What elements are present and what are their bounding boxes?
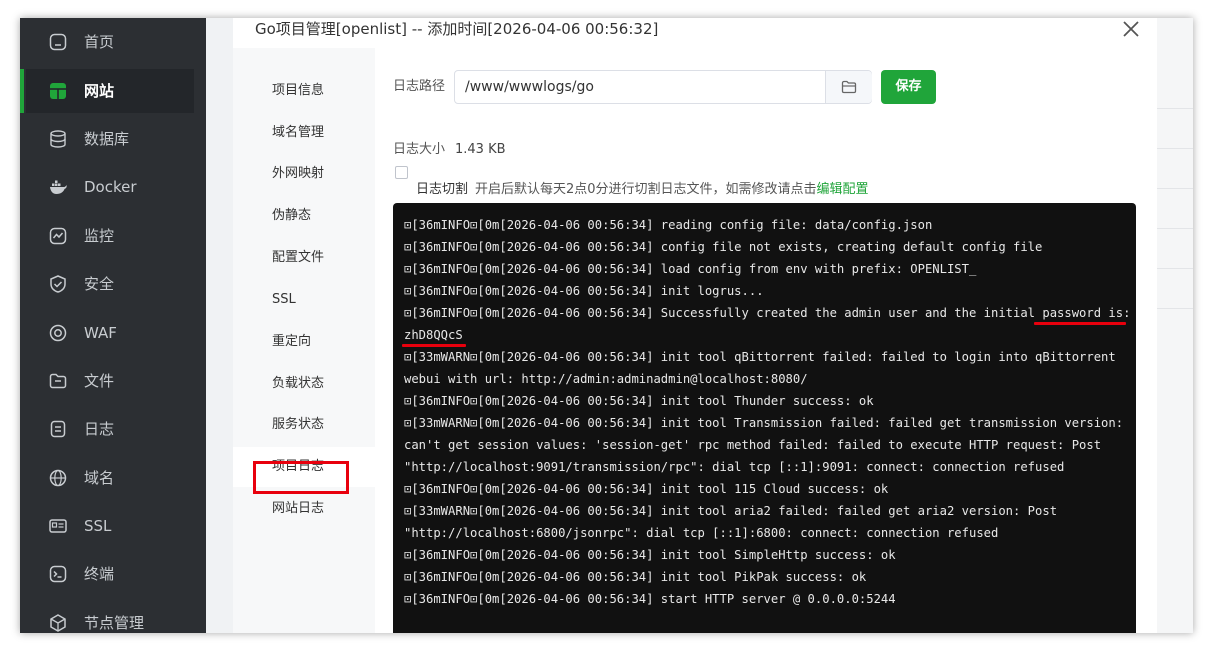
- sidebar-item-terminal[interactable]: 终端: [26, 552, 194, 596]
- sidebar-item-docker[interactable]: Docker: [26, 165, 194, 209]
- log-cut-checkbox[interactable]: [395, 166, 408, 179]
- log-line: ⊡[36mINFO⊡[0m[2026-04-06 00:56:34] load …: [404, 262, 977, 276]
- edit-config-link[interactable]: 编辑配置: [817, 182, 869, 197]
- close-icon[interactable]: [1119, 18, 1143, 40]
- log-size-label: 日志大小: [393, 142, 446, 157]
- tab-service-status[interactable]: 服务状态: [233, 405, 375, 445]
- log-line: ⊡[36mINFO⊡[0m[2026-04-06 00:56:34] init …: [404, 394, 874, 408]
- sidebar-item-label: 首页: [84, 33, 115, 51]
- sidebar: 首页 网站 数据库 Docker 监控 安全 WAF 文件 日志 域名 SSL …: [20, 18, 206, 633]
- sidebar-item-database[interactable]: 数据库: [26, 117, 194, 161]
- cube-node-icon: [50, 614, 66, 632]
- folder-icon: [49, 373, 67, 389]
- log-line: ⊡[33mWARN⊡[0m[2026-04-06 00:56:34] init …: [404, 350, 1116, 364]
- log-console[interactable]: ⊡[36mINFO⊡[0m[2026-04-06 00:56:34] readi…: [393, 203, 1136, 633]
- divider: [1157, 308, 1193, 309]
- app-window: 首页 网站 数据库 Docker 监控 安全 WAF 文件 日志 域名 SSL …: [20, 18, 1193, 633]
- tab-external-mapping[interactable]: 外网映射: [233, 154, 375, 194]
- docker-whale-icon: [50, 180, 67, 194]
- folder-icon: [841, 80, 857, 94]
- sidebar-item-label: Docker: [84, 178, 137, 196]
- tab-domain-management[interactable]: 域名管理: [233, 113, 375, 153]
- divider: [1157, 268, 1193, 269]
- folder-picker-button[interactable]: [825, 71, 872, 103]
- sidebar-item-website[interactable]: 网站: [20, 69, 194, 113]
- sidebar-item-label: 监控: [84, 227, 115, 245]
- save-button[interactable]: 保存: [881, 70, 936, 104]
- sidebar-item-label: WAF: [84, 324, 117, 342]
- sidebar-item-security[interactable]: 安全: [26, 262, 194, 306]
- log-line: webui with url: http://admin:adminadmin@…: [404, 372, 808, 386]
- tab-site-log[interactable]: 网站日志: [233, 489, 375, 529]
- sidebar-item-label: 安全: [84, 275, 115, 293]
- log-line: ⊡[36mINFO⊡[0m[2026-04-06 00:56:34] init …: [404, 570, 867, 584]
- sidebar-item-monitor[interactable]: 监控: [26, 214, 194, 258]
- log-line: ⊡[36mINFO⊡[0m[2026-04-06 00:56:34] confi…: [404, 240, 1043, 254]
- sidebar-item-files[interactable]: 文件: [26, 359, 194, 403]
- log-line: ⊡[36mINFO⊡[0m[2026-04-06 00:56:34] init …: [404, 284, 764, 298]
- log-path-label: 日志路径: [393, 79, 446, 94]
- divider: [1157, 108, 1193, 109]
- sidebar-item-logs[interactable]: 日志: [26, 407, 194, 451]
- log-line: "http://localhost:9091/transmission/rpc"…: [404, 460, 1065, 474]
- log-cut-label: 日志切割: [416, 182, 469, 197]
- log-line-password: zhD8QQcS: [404, 328, 463, 342]
- sidebar-item-label: 终端: [84, 565, 115, 583]
- home-icon: [49, 33, 67, 51]
- tab-project-info[interactable]: 项目信息: [233, 71, 375, 111]
- password-underline: [1034, 322, 1126, 325]
- www-globe-icon: [49, 469, 67, 487]
- log-line: ⊡[36mINFO⊡[0m[2026-04-06 00:56:34] init …: [404, 548, 896, 562]
- tab-config-file[interactable]: 配置文件: [233, 238, 375, 278]
- ssl-card-icon: [49, 519, 67, 533]
- log-cut-description: 开启后默认每天2点0分进行切割日志文件，如需修改请点击编辑配置: [475, 181, 869, 199]
- shield-check-icon: [50, 275, 66, 293]
- log-line: ⊡[36mINFO⊡[0m[2026-04-06 00:56:34] init …: [404, 482, 889, 496]
- sidebar-item-label: 域名: [84, 469, 115, 487]
- tab-rewrite[interactable]: 伪静态: [233, 196, 375, 236]
- sidebar-item-label: SSL: [84, 517, 112, 535]
- highlight-box: [253, 461, 349, 494]
- sidebar-item-label: 文件: [84, 372, 115, 390]
- log-size-value: 1.43 KB: [455, 142, 506, 157]
- log-line: ⊡[36mINFO⊡[0m[2026-04-06 00:56:34] start…: [404, 592, 896, 606]
- sidebar-item-nodes[interactable]: 节点管理: [26, 601, 194, 633]
- divider: [1157, 188, 1193, 189]
- log-panel: 日志路径 保存 日志大小 1.43 KB 日志切割 开启后默认每天2点0分进行切…: [375, 48, 1157, 633]
- tab-redirect[interactable]: 重定向: [233, 322, 375, 362]
- log-cut-description-text: 开启后默认每天2点0分进行切割日志文件，如需修改请点击: [475, 182, 817, 197]
- sidebar-item-label: 网站: [84, 82, 115, 100]
- divider: [1157, 228, 1193, 229]
- sidebar-item-home[interactable]: 首页: [26, 20, 194, 64]
- log-line: ⊡[36mINFO⊡[0m[2026-04-06 00:56:34] Succe…: [404, 306, 1131, 320]
- divider: [1157, 148, 1193, 149]
- monitor-chart-icon: [49, 227, 67, 245]
- log-line: can't get session values: 'session-get' …: [404, 438, 1102, 452]
- sidebar-item-domains[interactable]: 域名: [26, 456, 194, 500]
- tab-load-status[interactable]: 负载状态: [233, 364, 375, 404]
- globe-grid-icon: [50, 83, 66, 99]
- sidebar-item-label: 日志: [84, 420, 115, 438]
- sidebar-item-waf[interactable]: WAF: [26, 311, 194, 355]
- waf-globe-icon: [49, 324, 67, 342]
- terminal-icon: [49, 565, 67, 583]
- log-path-input[interactable]: [455, 71, 825, 103]
- log-file-icon: [50, 420, 66, 438]
- project-dialog: Go项目管理[openlist] -- 添加时间[2026-04-06 00:5…: [233, 18, 1157, 633]
- password-value-underline: [402, 344, 466, 347]
- sidebar-item-label: 数据库: [84, 130, 130, 148]
- log-line: ⊡[36mINFO⊡[0m[2026-04-06 00:56:34] readi…: [404, 218, 933, 232]
- page-background-right: [1157, 18, 1193, 633]
- database-icon: [50, 130, 66, 148]
- sidebar-item-ssl[interactable]: SSL: [26, 504, 194, 548]
- tab-ssl[interactable]: SSL: [233, 280, 375, 320]
- log-line: ⊡[33mWARN⊡[0m[2026-04-06 00:56:34] init …: [404, 504, 1058, 518]
- dialog-tabs: 项目信息 域名管理 外网映射 伪静态 配置文件 SSL 重定向 负载状态 服务状…: [233, 48, 375, 633]
- sidebar-item-label: 节点管理: [84, 614, 145, 632]
- log-path-field: [454, 70, 872, 104]
- dialog-title: Go项目管理[openlist] -- 添加时间[2026-04-06 00:5…: [255, 20, 659, 38]
- log-line: "http://localhost:6800/jsonrpc": dial tc…: [404, 526, 999, 540]
- log-line: ⊡[33mWARN⊡[0m[2026-04-06 00:56:34] init …: [404, 416, 1124, 430]
